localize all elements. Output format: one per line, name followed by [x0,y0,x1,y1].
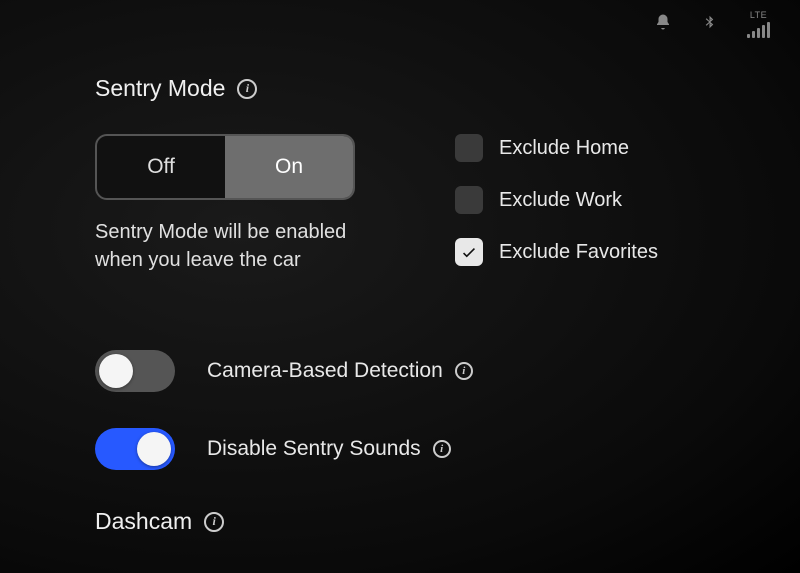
exclude-favorites-row[interactable]: Exclude Favorites [455,238,760,266]
sentry-mode-description: Sentry Mode will be enabled when you lea… [95,218,395,274]
signal-icon [747,22,770,38]
info-icon[interactable]: i [433,440,451,458]
dashcam-title: Dashcam [95,508,192,535]
exclude-favorites-checkbox[interactable] [455,238,483,266]
exclude-home-row[interactable]: Exclude Home [455,134,760,162]
cellular-indicator: LTE [747,10,770,38]
disable-sounds-toggle[interactable] [95,428,175,470]
exclude-home-label: Exclude Home [499,137,629,160]
sentry-mode-header: Sentry Mode i [95,75,760,102]
camera-detection-toggle[interactable] [95,350,175,392]
bluetooth-icon[interactable] [702,11,717,38]
status-bar: LTE [654,10,770,38]
info-icon[interactable]: i [455,362,473,380]
camera-detection-label: Camera-Based Detection [207,359,443,383]
sentry-mode-title: Sentry Mode [95,75,225,102]
exclude-work-label: Exclude Work [499,189,622,212]
exclude-home-checkbox[interactable] [455,134,483,162]
network-label: LTE [750,10,767,20]
camera-detection-row: Camera-Based Detection i [95,350,760,392]
dashcam-header: Dashcam i [95,508,760,535]
disable-sounds-label: Disable Sentry Sounds [207,437,421,461]
info-icon[interactable]: i [204,512,224,532]
info-icon[interactable]: i [237,79,257,99]
disable-sounds-row: Disable Sentry Sounds i [95,428,760,470]
sentry-mode-toggle[interactable]: Off On [95,134,355,200]
sentry-off-button[interactable]: Off [97,136,225,198]
sentry-on-button[interactable]: On [225,136,353,198]
bell-icon[interactable] [654,13,672,36]
exclude-work-checkbox[interactable] [455,186,483,214]
exclude-favorites-label: Exclude Favorites [499,241,658,264]
exclude-work-row[interactable]: Exclude Work [455,186,760,214]
